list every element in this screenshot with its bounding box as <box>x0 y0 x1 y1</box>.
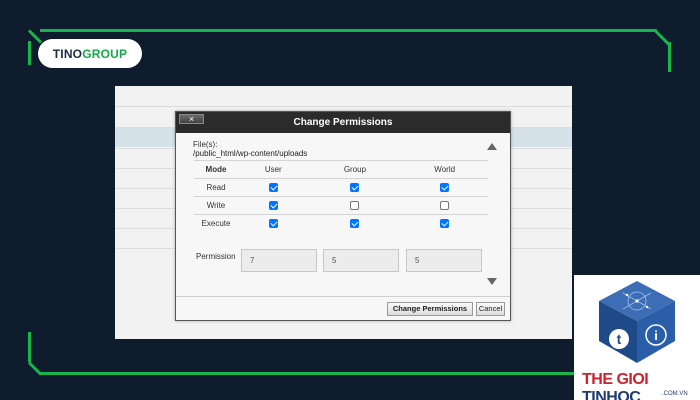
write-user-checkbox[interactable] <box>268 201 278 211</box>
permission-user-field[interactable]: 7 <box>241 249 317 272</box>
logo-part-2: GROUP <box>82 46 128 61</box>
file-manager-screenshot: Change Permissions × File(s): /public_ht… <box>115 86 572 339</box>
permission-label: Permission <box>196 252 236 261</box>
thegioitinhoc-logo: t i THE GIOI TINHOC .COM.VN <box>574 275 700 400</box>
cancel-button[interactable]: Cancel <box>476 302 505 316</box>
frame-line-right <box>668 42 671 72</box>
dialog-divider <box>176 296 510 297</box>
tinogroup-logo: TINO GROUP <box>38 39 142 68</box>
read-world-checkbox[interactable] <box>440 183 450 193</box>
permissions-header-row: Mode User Group World <box>194 160 488 179</box>
column-header-world: World <box>401 160 488 179</box>
brand-domain: .COM.VN <box>662 391 688 397</box>
execute-group-checkbox[interactable] <box>350 219 360 229</box>
files-label: File(s): <box>193 140 218 149</box>
permission-row-read: Read <box>194 178 488 197</box>
row-label-write: Write <box>194 196 238 215</box>
permission-group-field[interactable]: 5 <box>323 249 399 272</box>
execute-world-checkbox[interactable] <box>440 219 450 229</box>
change-permissions-dialog: Change Permissions × File(s): /public_ht… <box>175 111 511 321</box>
frame-corner-bottom-left <box>27 361 43 376</box>
column-header-user: User <box>238 160 309 179</box>
permissions-table: Mode User Group World Read Write Execute <box>194 160 488 233</box>
triangle-down-icon[interactable] <box>487 278 497 285</box>
read-group-checkbox[interactable] <box>350 183 360 193</box>
brand-name-part-1: THE GIOI <box>582 371 649 388</box>
brand-cube-icon: t i <box>599 281 675 363</box>
read-user-checkbox[interactable] <box>268 183 278 193</box>
svg-text:i: i <box>654 328 658 343</box>
row-label-read: Read <box>194 178 238 197</box>
logo-part-1: TINO <box>52 46 83 61</box>
dialog-title: Change Permissions <box>176 112 510 133</box>
permission-row-execute: Execute <box>194 214 488 233</box>
row-label-execute: Execute <box>194 214 238 233</box>
permission-world-field[interactable]: 5 <box>406 249 482 272</box>
svg-text:t: t <box>617 331 622 347</box>
frame-line-top-left <box>28 41 31 65</box>
change-permissions-button[interactable]: Change Permissions <box>387 302 473 316</box>
column-header-mode: Mode <box>194 160 238 179</box>
write-world-checkbox[interactable] <box>440 201 450 211</box>
write-group-checkbox[interactable] <box>350 201 360 211</box>
frame-line-bottom-left <box>28 332 31 362</box>
column-header-group: Group <box>308 160 402 179</box>
close-icon[interactable]: × <box>179 114 204 124</box>
brand-name-part-2: TINHOC <box>582 389 641 400</box>
frame-line-bottom <box>40 372 580 375</box>
triangle-up-icon[interactable] <box>487 143 497 150</box>
files-path: /public_html/wp-content/uploads <box>193 149 308 158</box>
permission-row-write: Write <box>194 196 488 215</box>
execute-user-checkbox[interactable] <box>268 219 278 229</box>
frame-line-top <box>40 29 657 32</box>
